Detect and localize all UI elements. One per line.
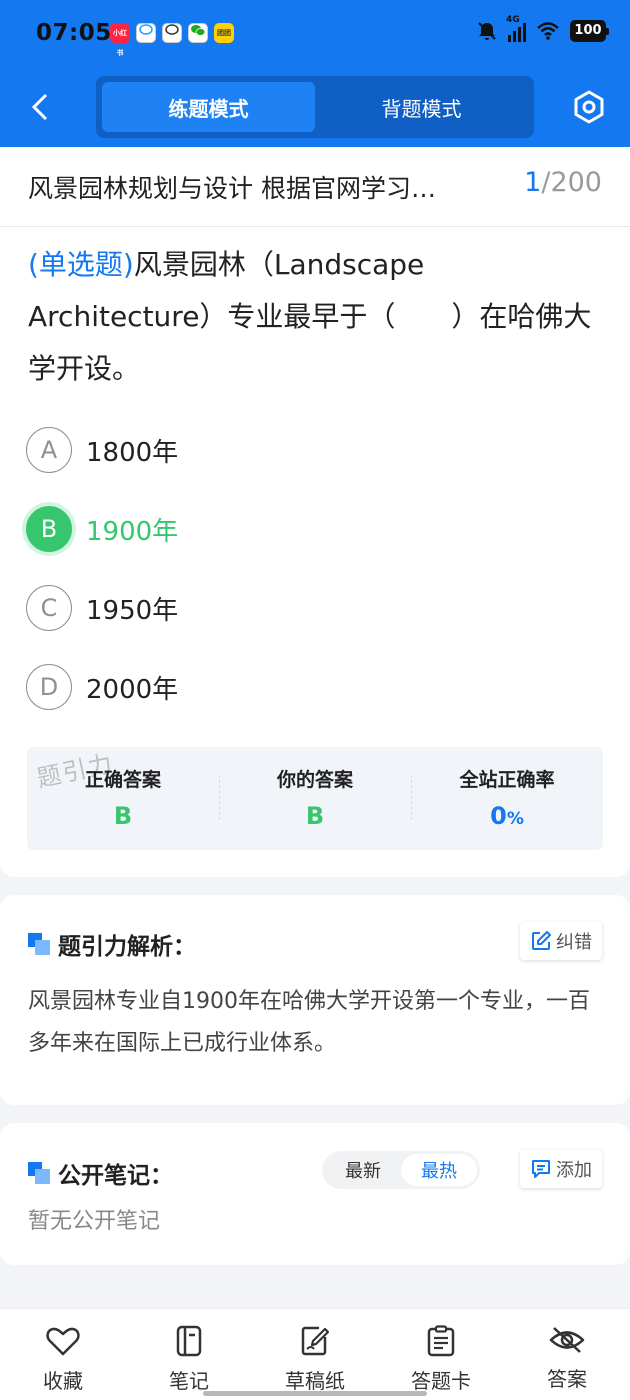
notebook-icon bbox=[176, 1325, 202, 1357]
option-text: 1950年 bbox=[86, 595, 179, 626]
total-questions: 200 bbox=[550, 167, 602, 198]
analysis-header: 题引力解析： bbox=[28, 927, 196, 961]
sort-latest[interactable]: 最新 bbox=[325, 1154, 401, 1186]
status-bar: 07:05 小红书 团团 4G 100 bbox=[0, 0, 630, 68]
option-text: 2000年 bbox=[86, 674, 179, 705]
settings-button[interactable] bbox=[570, 88, 608, 126]
wifi-icon bbox=[537, 22, 559, 40]
your-answer-label: 你的答案 bbox=[276, 769, 353, 791]
accuracy-rate-value: 0% bbox=[490, 802, 524, 830]
chat-search-app-icon bbox=[162, 23, 182, 43]
accuracy-rate-unit: % bbox=[506, 809, 524, 829]
bottom-nav: 收藏 笔记 草稿纸 答题卡 答案 bbox=[0, 1308, 630, 1400]
nav-notes[interactable]: 笔记 bbox=[126, 1309, 252, 1400]
home-indicator[interactable] bbox=[203, 1391, 427, 1396]
nav-answer[interactable]: 答案 bbox=[504, 1309, 630, 1400]
add-note-button[interactable]: 添加 bbox=[520, 1150, 602, 1188]
nav-label: 笔记 bbox=[169, 1369, 209, 1393]
chat-bubble-app-icon bbox=[136, 23, 156, 43]
add-note-label: 添加 bbox=[556, 1160, 592, 1181]
top-header: 07:05 小红书 团团 4G 100 练题模式 背题模式 bbox=[0, 0, 630, 147]
tab-practice-mode[interactable]: 练题模式 bbox=[102, 82, 315, 132]
notes-header: 公开笔记： bbox=[28, 1156, 173, 1190]
notes-sort-toggle: 最新 最热 bbox=[322, 1151, 480, 1189]
network-type: 4G bbox=[506, 15, 520, 25]
report-error-label: 纠错 bbox=[556, 932, 592, 953]
cellular-signal-icon: 4G bbox=[506, 15, 526, 42]
analysis-text: 风景园林专业自1900年在哈佛大学开设第一个专业，一百多年来在国际上已成行业体系… bbox=[28, 989, 590, 1056]
empty-notes-text: 暂无公开笔记 bbox=[28, 1209, 161, 1234]
report-error-button[interactable]: 纠错 bbox=[520, 922, 602, 960]
meituan-app-icon: 团团 bbox=[214, 23, 234, 43]
back-button[interactable] bbox=[22, 87, 58, 127]
mode-switch: 练题模式 背题模式 bbox=[96, 76, 534, 138]
xiaohongshu-app-icon: 小红书 bbox=[110, 23, 130, 57]
tab-memorize-mode[interactable]: 背题模式 bbox=[315, 82, 528, 132]
question-card: 风景园林规划与设计 根据官网学习… 1/200 (单选题)风景园林（Landsc… bbox=[0, 147, 630, 877]
eye-off-icon bbox=[549, 1327, 585, 1353]
sort-hottest[interactable]: 最热 bbox=[401, 1154, 477, 1186]
analysis-card: 题引力解析： 纠错 风景园林专业自1900年在哈佛大学开设第一个专业，一百多年来… bbox=[0, 895, 630, 1105]
section-square-icon bbox=[28, 933, 50, 955]
comment-icon bbox=[532, 1160, 550, 1178]
nav-label: 答案 bbox=[547, 1367, 587, 1391]
option-a[interactable]: A 1800年 bbox=[26, 426, 426, 474]
heart-icon bbox=[46, 1327, 80, 1356]
nav-label: 草稿纸 bbox=[285, 1369, 345, 1393]
nav-label: 答题卡 bbox=[411, 1369, 471, 1393]
option-text: 1900年 bbox=[86, 516, 179, 547]
option-letter: C bbox=[26, 585, 72, 631]
status-app-icons: 小红书 团团 bbox=[110, 23, 234, 57]
public-notes-card: 公开笔记： 最新 最热 添加 暂无公开笔记 bbox=[0, 1123, 630, 1265]
status-indicators: 4G 100 bbox=[476, 15, 609, 42]
question-title-row: 风景园林规划与设计 根据官网学习… 1/200 bbox=[0, 147, 630, 227]
nav-answer-card[interactable]: 答题卡 bbox=[378, 1309, 504, 1400]
option-b[interactable]: B 1900年 bbox=[26, 505, 426, 553]
question-type-label: (单选题) bbox=[28, 248, 134, 281]
current-question-number: 1 bbox=[524, 167, 542, 198]
correct-answer-value: B bbox=[113, 802, 133, 830]
question-text: (单选题)风景园林（Landscape Architecture）专业最早于（ … bbox=[28, 239, 606, 395]
draft-paper-icon bbox=[301, 1326, 330, 1356]
your-answer-value: B bbox=[305, 802, 325, 830]
accuracy-rate-label: 全站正确率 bbox=[459, 769, 555, 791]
edit-icon bbox=[532, 931, 551, 950]
nav-label: 收藏 bbox=[43, 1369, 83, 1393]
battery-indicator: 100 bbox=[570, 20, 609, 42]
option-text: 1800年 bbox=[86, 437, 179, 468]
question-counter: 1/200 bbox=[524, 167, 602, 198]
option-letter: B bbox=[26, 506, 72, 552]
accuracy-rate-block: 全站正确率 0% bbox=[411, 747, 603, 850]
option-letter: A bbox=[26, 427, 72, 473]
accuracy-rate-number: 0 bbox=[490, 802, 507, 830]
chevron-left-icon bbox=[31, 93, 48, 121]
your-answer-block: 你的答案 B bbox=[219, 747, 411, 850]
nav-favorite[interactable]: 收藏 bbox=[0, 1309, 126, 1400]
mute-bell-icon bbox=[478, 22, 496, 40]
section-square-icon bbox=[28, 1162, 50, 1184]
notes-title: 公开笔记： bbox=[58, 1163, 173, 1189]
question-bank-title: 风景园林规划与设计 根据官网学习… bbox=[28, 174, 436, 203]
analysis-title: 题引力解析： bbox=[58, 934, 196, 960]
status-time: 07:05 bbox=[36, 20, 112, 46]
option-letter: D bbox=[26, 664, 72, 710]
answer-card-icon bbox=[427, 1325, 455, 1357]
option-d[interactable]: D 2000年 bbox=[26, 663, 426, 711]
nav-draft-paper[interactable]: 草稿纸 bbox=[252, 1309, 378, 1400]
option-c[interactable]: C 1950年 bbox=[26, 584, 426, 632]
wechat-app-icon bbox=[188, 23, 208, 43]
gear-icon bbox=[574, 90, 604, 124]
